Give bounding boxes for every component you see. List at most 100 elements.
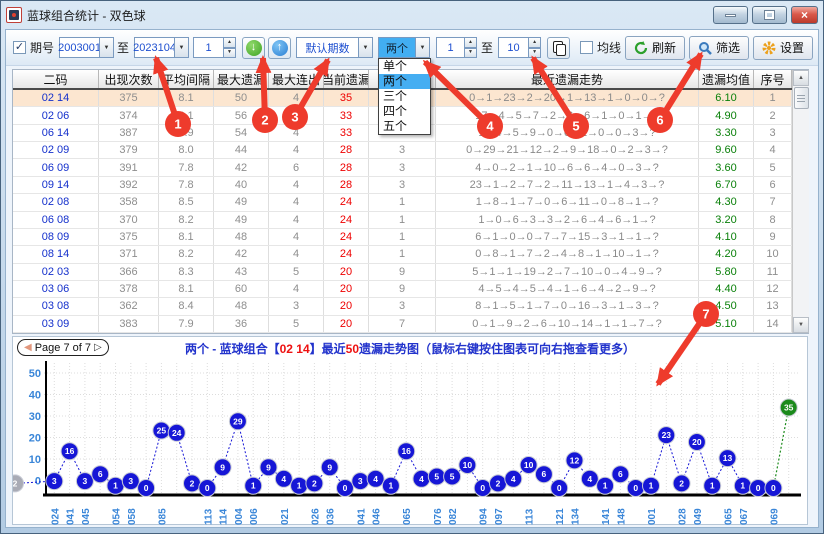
cell-miss_mean: 3.20 xyxy=(699,212,754,228)
spin-up-icon[interactable]: ▲ xyxy=(223,37,236,48)
cell-avg_gap: 8.2 xyxy=(159,212,214,228)
copy-button[interactable] xyxy=(547,37,570,59)
range-to-spinner[interactable]: 10 ▲▼ xyxy=(498,37,541,58)
table-row[interactable]: 02 083588.54942411→8→1→7→0→6→11→0→8→1→?4… xyxy=(13,194,792,211)
cell-cur_miss: 24 xyxy=(324,229,369,245)
app-window: 蓝球组合统计 - 双色球 × ✓ 期号 2003001 ▼ 至 2023104 … xyxy=(0,0,824,534)
omission-trend-chart[interactable]: 0102030405023163613025242092919412903411… xyxy=(13,357,807,527)
svg-text:021: 021 xyxy=(280,508,291,525)
step-spinner[interactable]: 1 ▲▼ xyxy=(193,37,236,58)
table-row[interactable]: 03 083628.44832038→1→5→1→7→0→16→3→1→3→?4… xyxy=(13,298,792,315)
svg-text:041: 041 xyxy=(356,508,367,525)
dropdown-item[interactable]: 五个 xyxy=(379,119,430,134)
svg-text:10: 10 xyxy=(524,460,534,470)
cell-max_miss: 42 xyxy=(214,159,269,175)
column-header[interactable]: 最大连出 xyxy=(269,70,324,88)
column-header[interactable]: 二码 xyxy=(13,70,99,88)
cell-avg_gap: 7.8 xyxy=(159,159,214,175)
scroll-up-icon[interactable]: ▲ xyxy=(793,70,809,86)
cell-code: 02 03 xyxy=(13,264,99,280)
period-to-combo[interactable]: 2023104 ▼ xyxy=(134,37,189,58)
chevron-down-icon[interactable]: ▼ xyxy=(415,37,430,58)
column-header[interactable]: 平均间隔 xyxy=(159,70,214,88)
column-header[interactable]: 当前遗漏 xyxy=(324,70,369,88)
cell-count: 371 xyxy=(99,246,159,262)
spin-down-icon[interactable]: ▼ xyxy=(223,48,236,59)
settings-button[interactable]: 设置 xyxy=(753,36,813,60)
column-header[interactable]: 最近遗漏走势 xyxy=(436,70,699,88)
chevron-down-icon[interactable]: ▼ xyxy=(99,37,114,58)
prev-period-button[interactable]: ↓ xyxy=(242,37,265,59)
cell-code: 08 09 xyxy=(13,229,99,245)
cell-max_streak: 4 xyxy=(269,107,324,123)
cell-code: 02 06 xyxy=(13,107,99,123)
svg-text:35: 35 xyxy=(784,403,794,413)
column-header[interactable]: 最大遗漏 xyxy=(214,70,269,88)
svg-text:082: 082 xyxy=(448,508,459,525)
scrollbar-thumb[interactable] xyxy=(794,87,809,109)
cell-no: 11 xyxy=(754,264,792,280)
page-next-icon[interactable]: ▷ xyxy=(94,342,102,353)
period-from-value: 2003001 xyxy=(59,37,99,58)
pager[interactable]: ◀ Page 7 of 7 ▷ xyxy=(17,339,109,356)
spin-up-icon[interactable]: ▲ xyxy=(464,37,477,48)
svg-text:6: 6 xyxy=(98,469,103,479)
svg-text:4: 4 xyxy=(511,474,516,484)
page-prev-icon[interactable]: ◀ xyxy=(24,342,32,353)
table-row[interactable]: 02 033668.34352095→1→1→19→2→7→10→0→4→9→?… xyxy=(13,264,792,281)
next-period-button[interactable]: ↑ xyxy=(268,37,291,59)
app-icon xyxy=(6,7,22,23)
ma-checkbox[interactable]: ✓ xyxy=(580,41,593,54)
table-row[interactable]: 03 093837.93652070→1→9→2→6→10→14→1→1→7→?… xyxy=(13,316,792,333)
chevron-down-icon[interactable]: ▼ xyxy=(358,37,373,58)
scroll-down-icon[interactable]: ▼ xyxy=(793,317,809,333)
refresh-button[interactable]: 刷新 xyxy=(625,36,685,60)
cell-code: 06 08 xyxy=(13,212,99,228)
table-row[interactable]: 08 093758.14842416→1→0→0→7→7→15→3→1→1→?4… xyxy=(13,229,792,246)
table-row[interactable]: 06 083708.24942411→0→6→3→3→2→6→4→6→1→?3.… xyxy=(13,212,792,229)
range-from-spinner[interactable]: 1 ▲▼ xyxy=(436,37,477,58)
column-header[interactable]: 遗漏均值 xyxy=(699,70,754,88)
table-row[interactable]: 08 143718.24242410→8→1→7→2→4→8→1→10→1→?4… xyxy=(13,246,792,263)
filter-button[interactable]: 筛选 xyxy=(689,36,749,60)
group-size-combo[interactable]: 两个 ▼ 单个两个三个四个五个 xyxy=(378,37,430,58)
cell-max_streak: 4 xyxy=(269,194,324,210)
maximize-icon xyxy=(765,11,774,19)
table-row[interactable]: 02 093798.04442830→29→21→12→2→9→18→0→2→3… xyxy=(13,142,792,159)
table-row[interactable]: 06 093917.84262834→0→2→1→10→6→6→4→0→3→?3… xyxy=(13,159,792,176)
column-header[interactable]: 出现次数 xyxy=(99,70,159,88)
svg-text:40: 40 xyxy=(29,390,41,402)
vertical-scrollbar[interactable]: ▲ ▼ xyxy=(792,70,809,333)
preset-periods-combo[interactable]: 默认期数 ▼ xyxy=(296,37,373,58)
spin-down-icon[interactable]: ▼ xyxy=(464,48,477,59)
table-row[interactable]: 03 063788.16042094→5→4→5→4→1→6→4→2→9→?4.… xyxy=(13,281,792,298)
svg-text:001: 001 xyxy=(647,508,658,525)
arrow-down-icon: ↓ xyxy=(246,40,262,56)
cell-max_miss: 44 xyxy=(214,142,269,158)
table-row[interactable]: 09 143927.840428323→1→2→7→2→11→13→1→4→3→… xyxy=(13,177,792,194)
period-checkbox[interactable]: ✓ xyxy=(13,41,26,54)
minimize-button[interactable] xyxy=(713,6,748,24)
cell-prev_miss: 3 xyxy=(369,142,436,158)
maximize-button[interactable] xyxy=(752,6,787,24)
cell-max_streak: 4 xyxy=(269,281,324,297)
spin-down-icon[interactable]: ▼ xyxy=(528,48,541,59)
svg-text:113: 113 xyxy=(525,508,536,525)
range-to-label: 至 xyxy=(481,39,493,56)
dropdown-item[interactable]: 两个 xyxy=(379,74,430,89)
cell-code: 03 08 xyxy=(13,298,99,314)
cell-avg_gap: 7.8 xyxy=(159,177,214,193)
period-from-combo[interactable]: 2003001 ▼ xyxy=(59,37,114,58)
spin-up-icon[interactable]: ▲ xyxy=(528,37,541,48)
svg-text:0: 0 xyxy=(633,483,638,493)
dropdown-item[interactable]: 三个 xyxy=(379,89,430,104)
chevron-down-icon[interactable]: ▼ xyxy=(174,37,189,58)
column-header[interactable]: 序号 xyxy=(754,70,792,88)
range-from-value: 1 xyxy=(436,37,464,58)
svg-text:049: 049 xyxy=(693,508,704,525)
cell-no: 10 xyxy=(754,246,792,262)
close-button[interactable]: × xyxy=(791,6,818,24)
dropdown-item[interactable]: 单个 xyxy=(379,59,430,74)
ma-label: 均线 xyxy=(597,39,621,56)
dropdown-item[interactable]: 四个 xyxy=(379,104,430,119)
